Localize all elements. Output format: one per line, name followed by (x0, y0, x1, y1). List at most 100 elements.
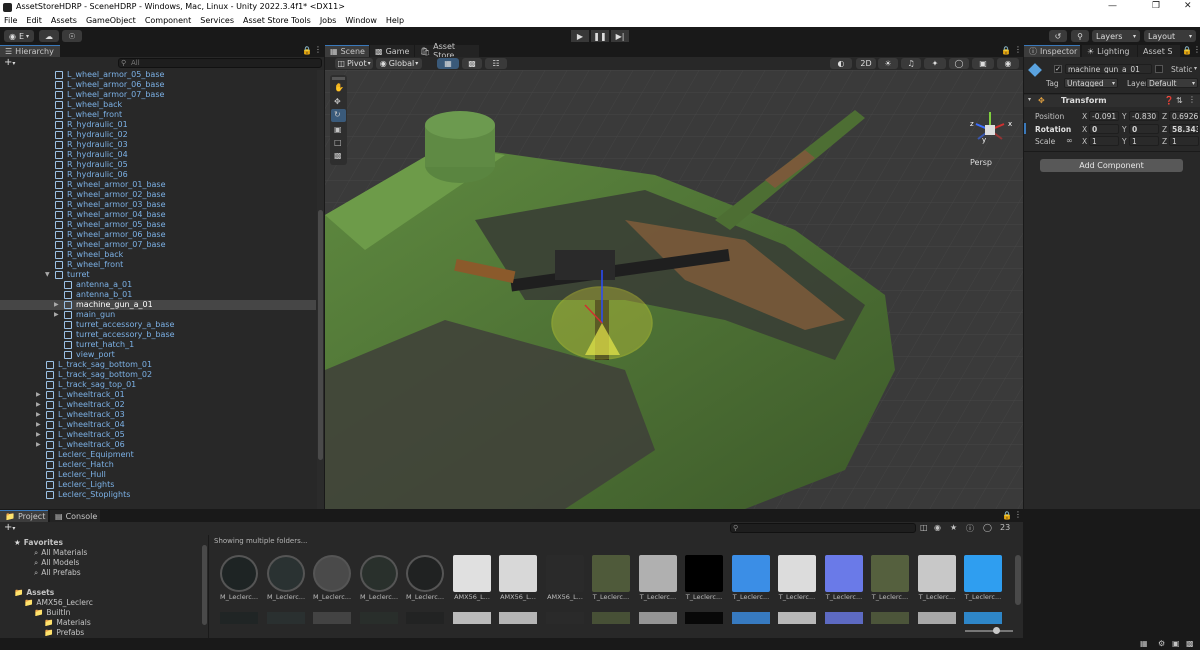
asset-thumbnail[interactable] (453, 555, 491, 592)
hierarchy-row[interactable]: L_track_sag_top_01 (0, 380, 316, 390)
history-button[interactable]: ↺ (1049, 30, 1067, 42)
asset-thumbnail[interactable] (825, 555, 863, 592)
create-plus-button[interactable]: +▾ (4, 57, 15, 68)
pivot-dropdown[interactable]: ◫ Pivot ▾ (335, 58, 373, 69)
asset-thumbnail-next-row[interactable] (639, 612, 677, 624)
position-z-field[interactable]: 0.6926 (1169, 111, 1199, 121)
account-button[interactable]: ◉ E ▾ (4, 30, 34, 42)
menu-edit[interactable]: Edit (26, 16, 42, 25)
hierarchy-row[interactable]: L_wheel_armor_07_base (0, 90, 316, 100)
rotation-x-field[interactable]: 0 (1089, 124, 1119, 134)
hierarchy-row[interactable]: R_wheel_armor_06_base (0, 230, 316, 240)
pause-button[interactable]: ❚❚ (591, 30, 609, 42)
hierarchy-row[interactable]: ▶ main_gun (0, 310, 316, 320)
asset-thumbnail[interactable] (778, 555, 816, 592)
asset-thumbnail-next-row[interactable] (918, 612, 956, 624)
active-checkbox[interactable]: ✓ (1054, 65, 1062, 73)
asset-thumbnail[interactable] (360, 555, 398, 592)
hidden-objects-toggle[interactable]: ◯ (949, 58, 969, 69)
expand-closed-icon[interactable]: ▶ (36, 390, 41, 400)
asset-thumbnail-next-row[interactable] (360, 612, 398, 624)
scrollbar-thumb[interactable] (318, 210, 323, 460)
hierarchy-row[interactable]: R_wheel_armor_05_base (0, 220, 316, 230)
hierarchy-row[interactable]: ▼ turret (0, 270, 316, 280)
scale-y-field[interactable]: 1 (1129, 136, 1159, 146)
collab-button[interactable]: ☉ (62, 30, 82, 42)
hierarchy-row[interactable]: L_wheel_back (0, 100, 316, 110)
expand-closed-icon[interactable]: ▶ (54, 310, 59, 320)
asset-thumbnail-next-row[interactable] (313, 612, 351, 624)
asset-thumbnail[interactable] (220, 555, 258, 592)
progress-icon[interactable]: ▦ (1140, 639, 1148, 648)
tag-dropdown[interactable]: Untagged ▾ (1064, 78, 1118, 88)
hierarchy-row[interactable]: ▶ L_wheeltrack_06 (0, 440, 316, 450)
transform-header[interactable]: ▾ ✥ Transform ❓ ⇅ ⋮ (1024, 95, 1200, 107)
debug-icon[interactable]: ⚙ (1158, 639, 1165, 648)
asset-thumbnail[interactable] (918, 555, 956, 592)
menu-jobs[interactable]: Jobs (320, 16, 337, 25)
menu-help[interactable]: Help (386, 16, 404, 25)
asset-thumbnail-next-row[interactable] (499, 612, 537, 624)
hierarchy-row[interactable]: R_hydraulic_04 (0, 150, 316, 160)
hierarchy-row[interactable]: L_track_sag_bottom_01 (0, 360, 316, 370)
lock-icon[interactable]: 🔒 (1182, 46, 1192, 55)
asset-scrollbar-thumb[interactable] (1015, 555, 1021, 605)
persp-label[interactable]: Persp (970, 158, 992, 167)
hierarchy-row[interactable]: R_hydraulic_05 (0, 160, 316, 170)
hierarchy-row[interactable]: antenna_a_01 (0, 280, 316, 290)
maximize-icon[interactable]: ❐ (1152, 1, 1160, 11)
scale-tool-icon[interactable]: ▣ (334, 125, 342, 134)
asset-thumbnail-next-row[interactable] (825, 612, 863, 624)
grid-visibility-button[interactable]: ▩ (462, 58, 482, 69)
hierarchy-row[interactable]: turret_accessory_b_base (0, 330, 316, 340)
hierarchy-row[interactable]: L_wheel_armor_05_base (0, 70, 316, 80)
hierarchy-search[interactable]: ⚲ All (118, 58, 322, 68)
object-name-field[interactable]: machine_gun_a_01 (1065, 64, 1152, 74)
rotation-y-field[interactable]: 0 (1129, 124, 1159, 134)
asset-thumbnail-next-row[interactable] (685, 612, 723, 624)
asset-thumbnail-next-row[interactable] (220, 612, 258, 624)
global-dropdown[interactable]: ◉ Global ▾ (376, 58, 422, 69)
asset-thumbnail-next-row[interactable] (267, 612, 305, 624)
tab-game[interactable]: ▩ Game (370, 45, 414, 57)
hierarchy-row[interactable]: antenna_b_01 (0, 290, 316, 300)
expand-closed-icon[interactable]: ▶ (36, 400, 41, 410)
hierarchy-row[interactable]: R_wheel_front (0, 260, 316, 270)
menu-assets[interactable]: Assets (51, 16, 77, 25)
hierarchy-row[interactable]: ▶ L_wheeltrack_02 (0, 400, 316, 410)
preset-icon[interactable]: ⇅ (1176, 96, 1183, 105)
asset-thumbnail[interactable] (499, 555, 537, 592)
menu-file[interactable]: File (4, 16, 17, 25)
asset-thumbnail[interactable] (639, 555, 677, 592)
hierarchy-row[interactable]: R_wheel_armor_04_base (0, 210, 316, 220)
kebab-menu-icon[interactable]: ⋮ (314, 45, 322, 54)
hierarchy-row[interactable]: R_wheel_armor_03_base (0, 200, 316, 210)
hierarchy-row[interactable]: R_hydraulic_01 (0, 120, 316, 130)
asset-thumbnail[interactable] (313, 555, 351, 592)
hierarchy-scrollbar[interactable] (317, 70, 324, 509)
kebab-menu-icon[interactable]: ⋮ (1014, 45, 1022, 54)
lock-icon[interactable]: 🔒 (1001, 46, 1011, 55)
expand-closed-icon[interactable]: ▶ (54, 300, 59, 310)
hierarchy-row[interactable]: view_port (0, 350, 316, 360)
asset-thumbnail[interactable] (267, 555, 305, 592)
position-y-field[interactable]: -0.830 (1129, 111, 1159, 121)
hand-tool-icon[interactable]: ✋ (334, 83, 344, 92)
tab-asset-store-inspector[interactable]: Asset S (1138, 45, 1180, 57)
tab-hierarchy[interactable]: ☰ Hierarchy (0, 45, 60, 57)
hierarchy-row[interactable]: ▶ L_wheeltrack_03 (0, 410, 316, 420)
menu-gameobject[interactable]: GameObject (86, 16, 136, 25)
hierarchy-row[interactable]: turret_accessory_a_base (0, 320, 316, 330)
hierarchy-row[interactable]: Leclerc_Stoplights (0, 490, 316, 500)
hierarchy-row[interactable]: R_hydraulic_02 (0, 130, 316, 140)
step-button[interactable]: ▶| (611, 30, 629, 42)
expand-closed-icon[interactable]: ▶ (36, 440, 41, 450)
expand-closed-icon[interactable]: ▶ (36, 420, 41, 430)
expand-closed-icon[interactable]: ▶ (36, 430, 41, 440)
hierarchy-row[interactable]: ▶ L_wheeltrack_04 (0, 420, 316, 430)
asset-thumbnail-next-row[interactable] (778, 612, 816, 624)
position-x-field[interactable]: -0.091 (1089, 111, 1119, 121)
lock-icon[interactable]: 🔒 (302, 46, 312, 55)
scale-x-field[interactable]: 1 (1089, 136, 1119, 146)
rotate-tool-button[interactable]: ↻ (331, 109, 346, 122)
